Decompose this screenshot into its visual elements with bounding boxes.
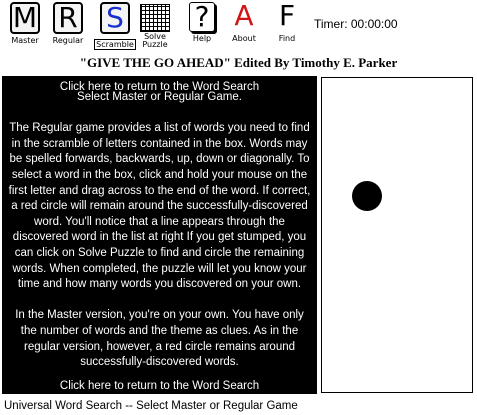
help-button[interactable]: ? Help	[178, 0, 226, 50]
scramble-icon: S	[100, 1, 130, 34]
master-icon: M	[10, 1, 40, 34]
master-button[interactable]: M Master	[1, 1, 49, 50]
solve-puzzle-button[interactable]: Solve Puzzle	[131, 2, 179, 50]
question-mark-icon: ?	[189, 0, 215, 33]
instructions-body: Select Master or Regular Game. The Regul…	[6, 90, 313, 386]
timer-readout: Timer: 00:00:00	[314, 17, 398, 31]
grid-icon	[140, 4, 170, 32]
master-label: Master	[11, 36, 39, 45]
puzzle-title: "GIVE THE GO AHEAD" Edited By Timothy E.…	[79, 55, 398, 70]
regular-icon: R	[53, 1, 83, 34]
word-list-panel	[321, 77, 473, 393]
solve-puzzle-label: Solve Puzzle	[142, 32, 168, 49]
about-button[interactable]: A About	[220, 0, 268, 50]
instructions-heading: Select Master or Regular Game.	[77, 91, 242, 103]
circle-marker-icon	[352, 181, 382, 211]
help-label: Help	[192, 34, 212, 43]
regular-label: Regular	[52, 36, 84, 45]
toolbar: M Master R Regular S Scramble Solve Puzz…	[0, 0, 477, 52]
about-label: About	[232, 34, 256, 43]
status-bar: Universal Word Search -- Select Master o…	[4, 400, 298, 412]
scramble-label: Scramble	[94, 39, 136, 50]
regular-button[interactable]: R Regular	[44, 1, 92, 50]
instructions-panel: Click here to return to the Word Search …	[2, 76, 317, 394]
master-game-description: In the Master version, you're on your ow…	[15, 309, 304, 369]
find-letter-icon: F	[278, 0, 296, 32]
return-to-word-search-link-bottom[interactable]: Click here to return to the Word Search	[2, 380, 317, 393]
find-button[interactable]: F Find	[263, 0, 311, 50]
find-label: Find	[278, 34, 296, 43]
regular-game-description: The Regular game provides a list of word…	[8, 122, 311, 291]
about-letter-icon: A	[234, 0, 254, 32]
